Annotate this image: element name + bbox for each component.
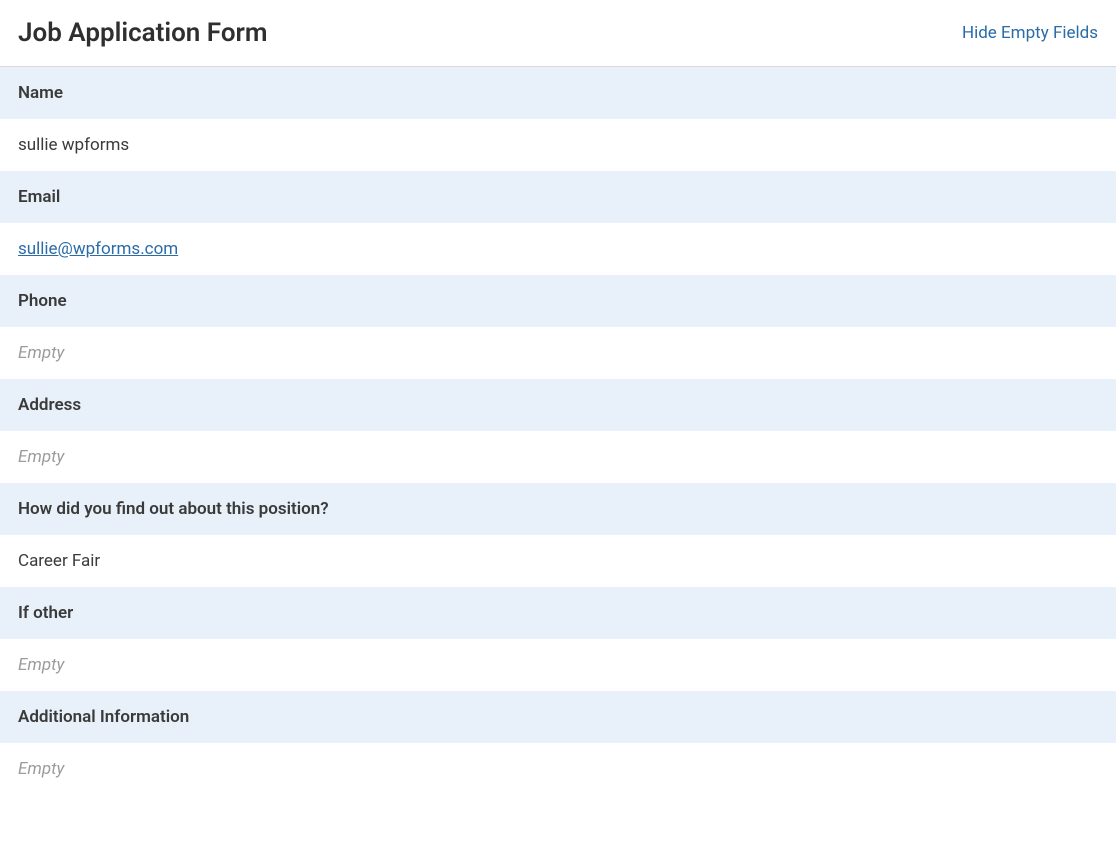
form-header: Job Application Form Hide Empty Fields: [0, 0, 1116, 67]
entry-fields-list: Name sullie wpforms Email sullie@wpforms…: [0, 67, 1116, 795]
field-label-phone: Phone: [0, 275, 1116, 327]
hide-empty-fields-link[interactable]: Hide Empty Fields: [962, 23, 1098, 43]
field-value-email: sullie@wpforms.com: [0, 223, 1116, 275]
email-link[interactable]: sullie@wpforms.com: [18, 239, 178, 259]
field-label-how: How did you find out about this position…: [0, 483, 1116, 535]
field-value-if-other: Empty: [0, 639, 1116, 691]
field-label-name: Name: [0, 67, 1116, 119]
field-value-name: sullie wpforms: [0, 119, 1116, 171]
field-value-additional: Empty: [0, 743, 1116, 795]
page-title: Job Application Form: [18, 18, 267, 48]
field-label-if-other: If other: [0, 587, 1116, 639]
field-value-address: Empty: [0, 431, 1116, 483]
field-label-email: Email: [0, 171, 1116, 223]
field-label-address: Address: [0, 379, 1116, 431]
field-value-how: Career Fair: [0, 535, 1116, 587]
field-label-additional: Additional Information: [0, 691, 1116, 743]
field-value-phone: Empty: [0, 327, 1116, 379]
